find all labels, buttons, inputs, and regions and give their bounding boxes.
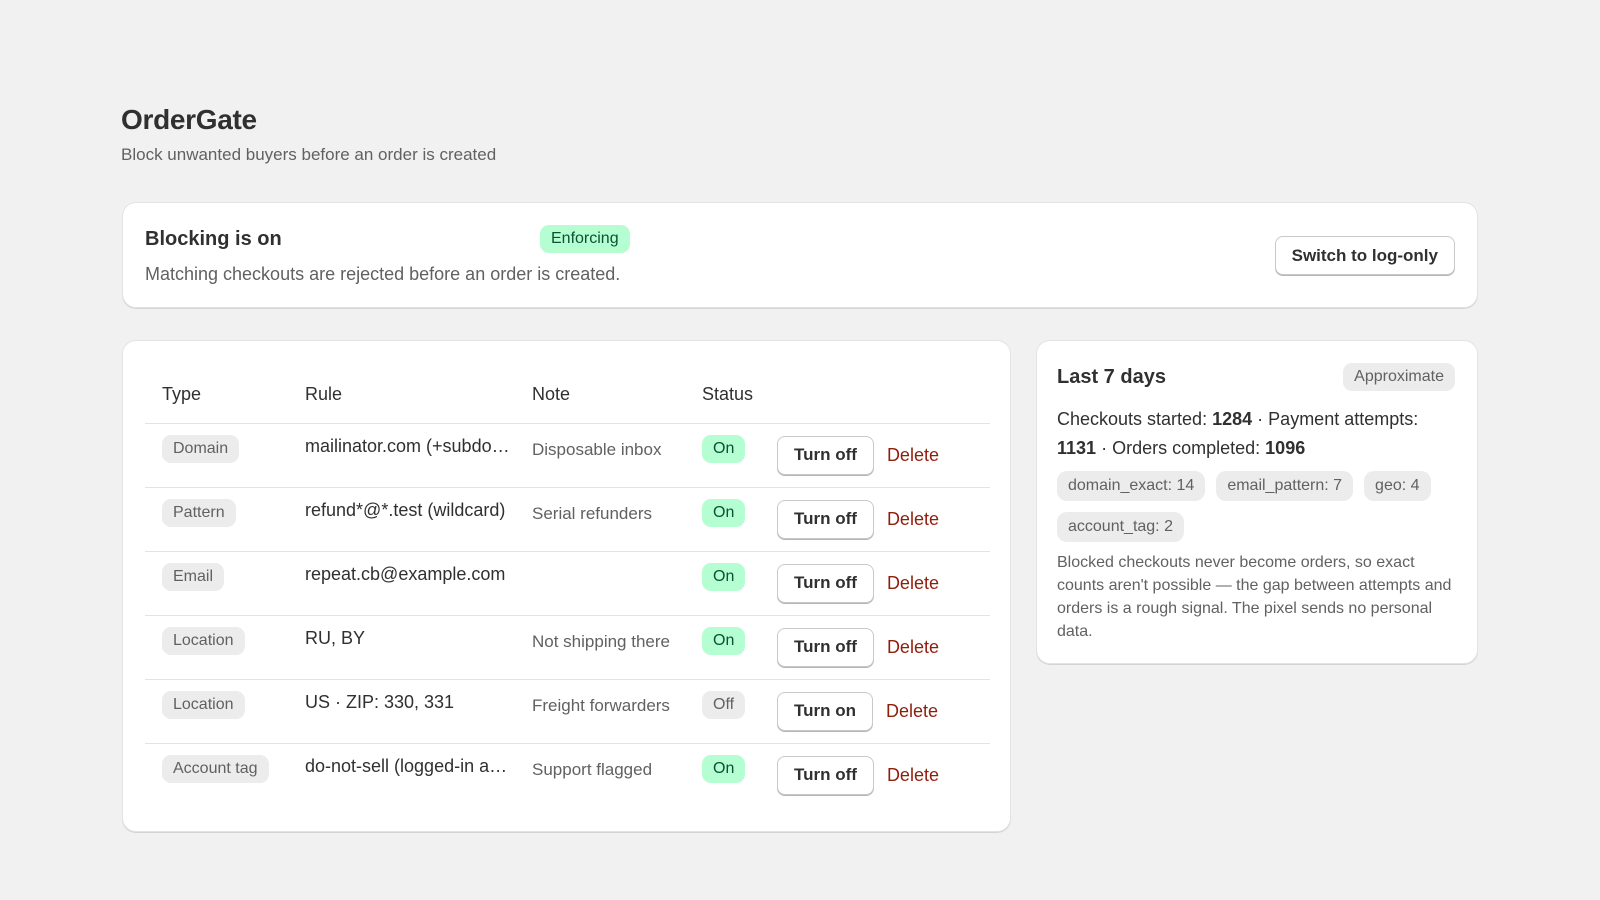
- rule-value: refund*@*.test (wildcard): [305, 500, 506, 520]
- reason-tag: domain_exact: 14: [1057, 471, 1206, 501]
- orders-value: 1096: [1265, 438, 1306, 458]
- banner-description: Matching checkouts are rejected before a…: [145, 264, 621, 284]
- toggle-rule-button[interactable]: Turn on: [777, 691, 873, 731]
- column-header-rule: Rule: [288, 367, 515, 424]
- rule-type-tag: Pattern: [162, 499, 236, 527]
- toggle-rule-button[interactable]: Turn off: [777, 499, 874, 539]
- reason-tag: email_pattern: 7: [1216, 471, 1354, 501]
- stats-note: Blocked checkouts never become orders, s…: [1057, 554, 1452, 640]
- reason-tag: geo: 4: [1364, 471, 1431, 501]
- stats-title: Last 7 days: [1057, 366, 1166, 388]
- table-row: Location RU, BY Not shipping there On Tu…: [145, 615, 990, 680]
- payments-label: Payment attempts:: [1268, 409, 1419, 429]
- rule-type-tag: Location: [162, 627, 245, 655]
- status-badge: On: [702, 499, 746, 527]
- reason-tag: account_tag: 2: [1057, 512, 1184, 542]
- rule-note: Freight forwarders: [532, 695, 670, 715]
- rule-value: US · ZIP: 330, 331: [305, 692, 455, 712]
- rule-value: repeat.cb@example.com: [305, 564, 506, 584]
- payments-value: 1131: [1057, 438, 1097, 458]
- status-badge: Off: [702, 691, 746, 719]
- rule-type-tag: Email: [162, 563, 225, 591]
- enforcing-badge: Enforcing: [540, 225, 630, 253]
- rules-table: Type Rule Note Status Domain mailinator.…: [145, 367, 990, 807]
- table-row: Email repeat.cb@example.com On Turn off …: [145, 551, 990, 616]
- checkouts-value: 1284: [1212, 409, 1253, 429]
- status-badge: On: [702, 627, 746, 655]
- delete-rule-link[interactable]: Delete: [887, 509, 939, 530]
- rule-value: do-not-sell (logged-in accounts): [305, 756, 515, 777]
- rule-type-tag: Location: [162, 691, 245, 719]
- rule-type-tag: Domain: [162, 435, 240, 463]
- approximate-badge: Approximate: [1343, 363, 1455, 391]
- banner-title: Blocking is on: [145, 228, 282, 250]
- rule-type-tag: Account tag: [162, 755, 269, 784]
- rule-note: Disposable inbox: [532, 439, 662, 459]
- stats-card: Last 7 days Approximate Checkouts starte…: [1036, 340, 1478, 664]
- switch-to-log-only-button[interactable]: Switch to log-only: [1274, 236, 1455, 275]
- stats-summary: Checkouts started: 1284 · Payment attemp…: [1057, 409, 1419, 458]
- page-header: OrderGate Block unwanted buyers before a…: [121, 104, 496, 165]
- toggle-rule-button[interactable]: Turn off: [777, 563, 874, 603]
- blocking-status-banner: Blocking is on Enforcing Matching checko…: [122, 202, 1478, 308]
- rule-value: RU, BY: [305, 628, 366, 648]
- status-badge: On: [702, 755, 746, 784]
- delete-rule-link[interactable]: Delete: [887, 765, 939, 786]
- delete-rule-link[interactable]: Delete: [887, 637, 939, 658]
- status-badge: On: [702, 563, 746, 591]
- rules-card: Type Rule Note Status Domain mailinator.…: [122, 340, 1011, 832]
- delete-rule-link[interactable]: Delete: [886, 701, 938, 722]
- orders-label: Orders completed:: [1112, 438, 1261, 458]
- table-row: Account tag do-not-sell (logged-in accou…: [145, 743, 990, 807]
- status-badge: On: [702, 435, 746, 463]
- toggle-rule-button[interactable]: Turn off: [777, 435, 874, 475]
- app-title: OrderGate: [121, 104, 257, 135]
- toggle-rule-button[interactable]: Turn off: [777, 755, 874, 795]
- column-header-status: Status: [685, 367, 760, 424]
- table-header-row: Type Rule Note Status: [145, 367, 990, 424]
- rule-note: Serial refunders: [532, 503, 653, 523]
- checkouts-label: Checkouts started:: [1057, 409, 1208, 429]
- rule-note: Not shipping there: [532, 631, 670, 651]
- delete-rule-link[interactable]: Delete: [887, 573, 939, 594]
- column-header-note: Note: [515, 367, 685, 424]
- toggle-rule-button[interactable]: Turn off: [777, 627, 874, 667]
- table-row: Domain mailinator.com (+subdomains) Disp…: [145, 423, 990, 488]
- app-subtitle: Block unwanted buyers before an order is…: [121, 145, 497, 164]
- rule-note: Support flagged: [532, 759, 653, 779]
- column-header-type: Type: [145, 367, 288, 424]
- table-row: Pattern refund*@*.test (wildcard) Serial…: [145, 487, 990, 552]
- block-reason-tags: domain_exact: 14 email_pattern: 7 geo: 4…: [1057, 471, 1467, 542]
- column-header-actions: [760, 367, 990, 424]
- delete-rule-link[interactable]: Delete: [887, 445, 939, 466]
- table-row: Location US · ZIP: 330, 331 Freight forw…: [145, 679, 990, 744]
- rule-value: mailinator.com (+subdomains): [305, 436, 515, 456]
